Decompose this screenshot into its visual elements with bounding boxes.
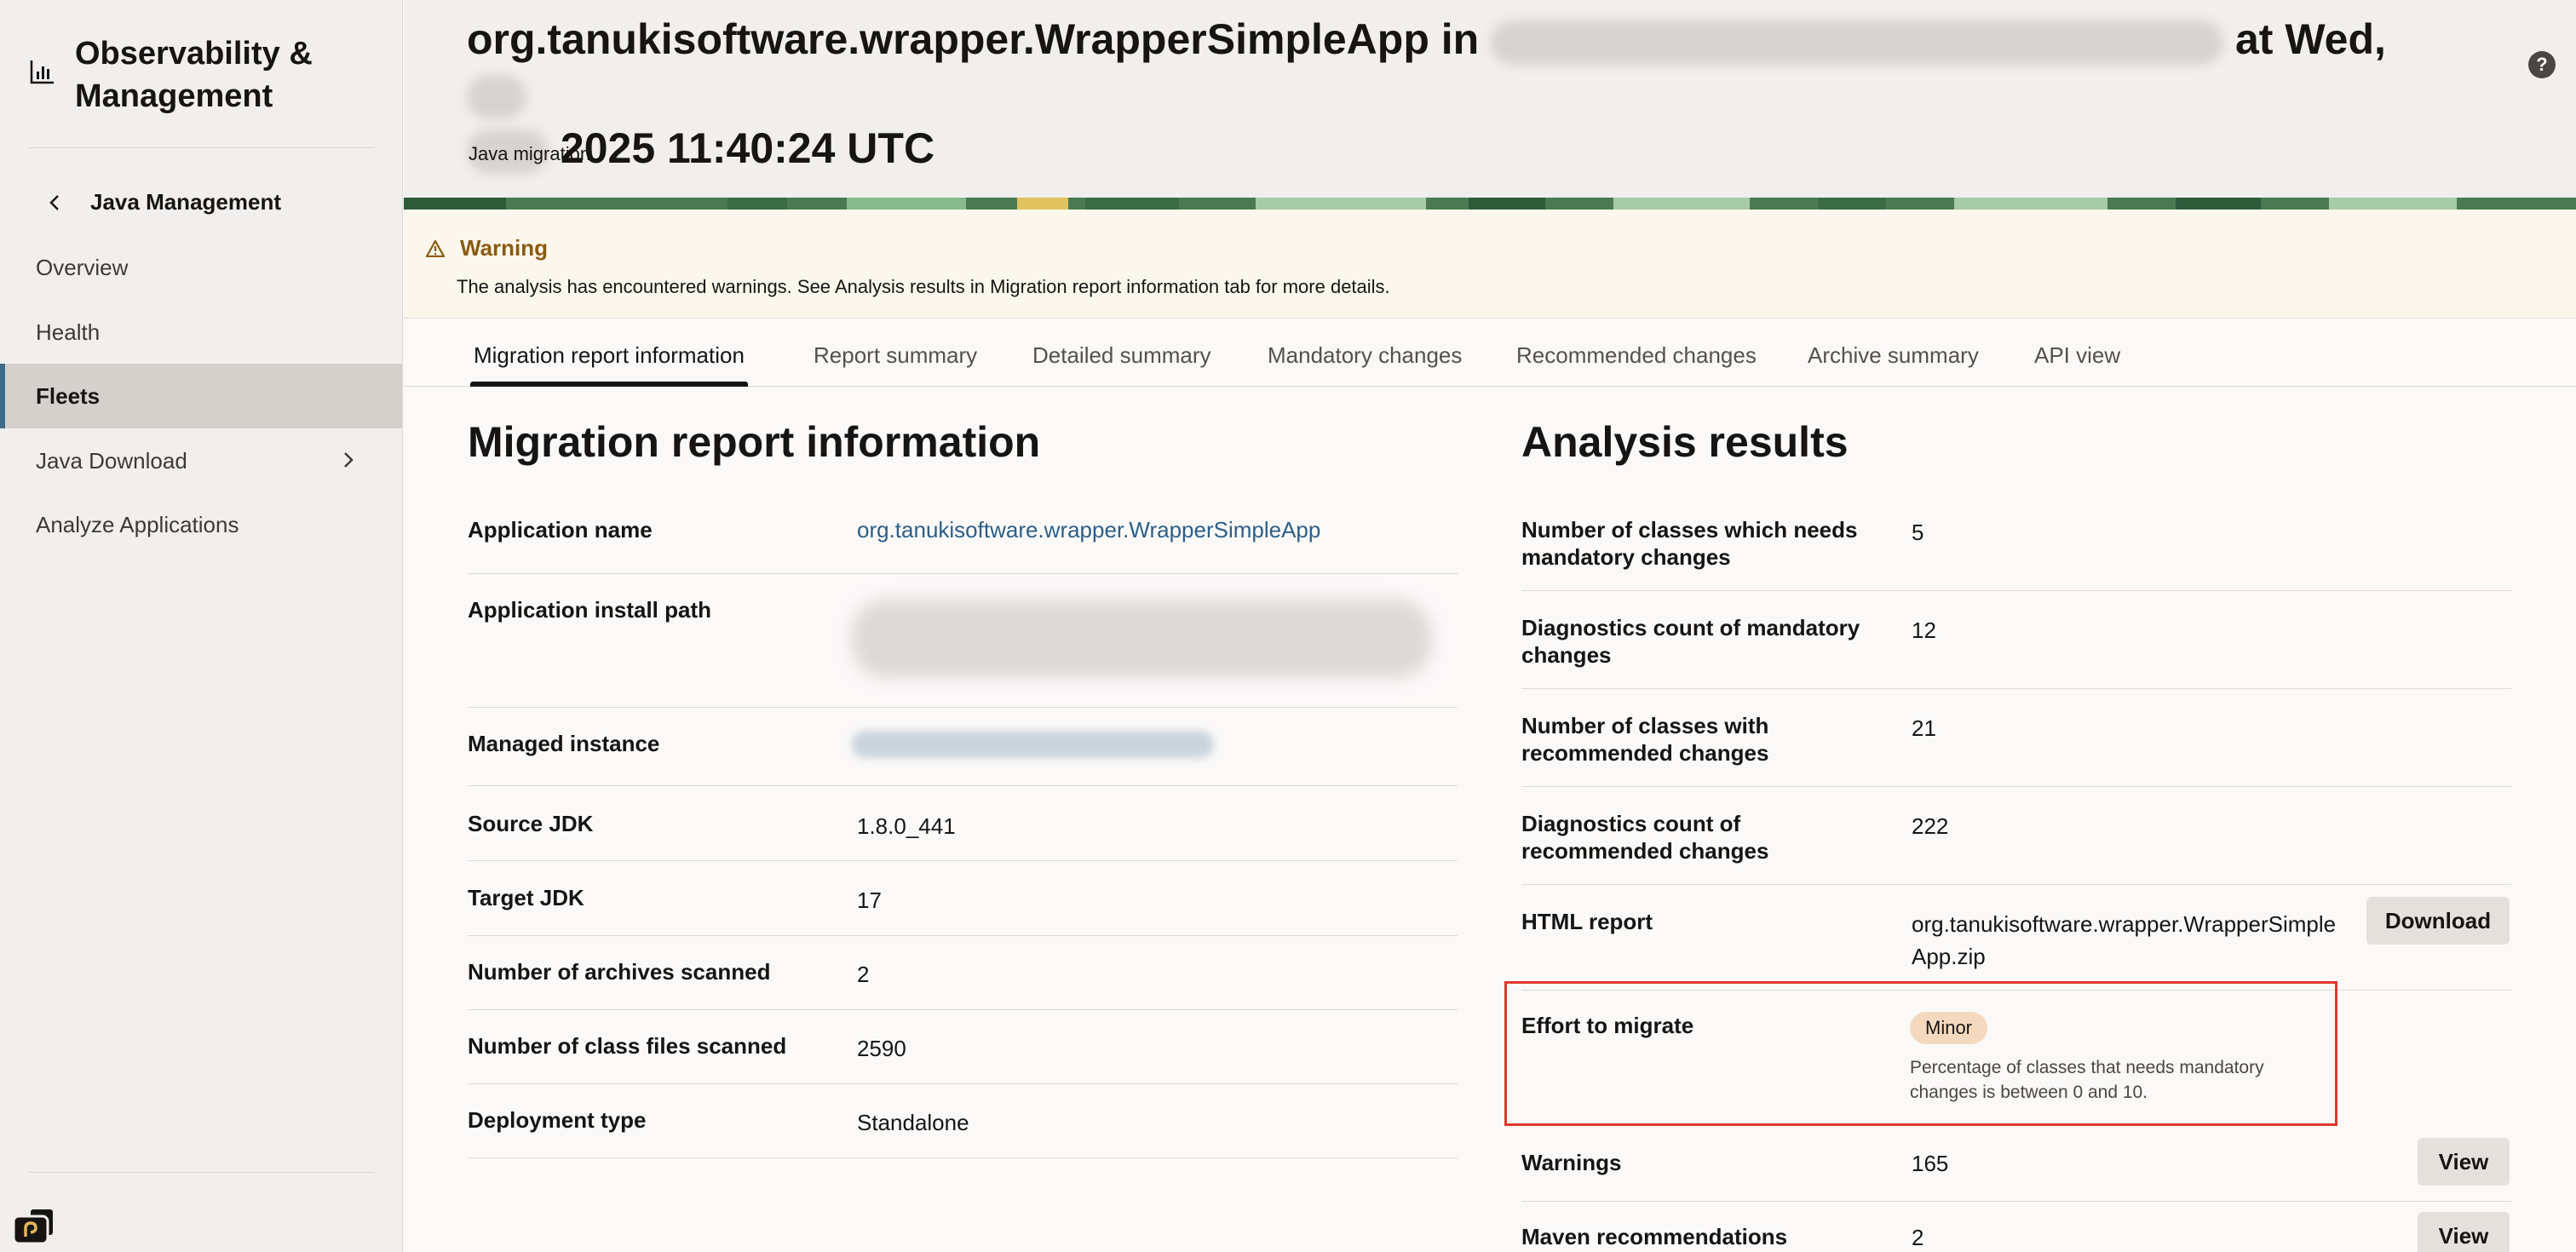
tab-detailed-summary[interactable]: Detailed summary (1032, 319, 1211, 387)
sidebar-item-java-download[interactable]: Java Download (0, 428, 402, 493)
row-divider (468, 1009, 1458, 1010)
row-label: Application name (468, 517, 653, 543)
page-subtitle: Java migration (469, 143, 591, 164)
page-header: org.tanukisoftware.wrapper.WrapperSimple… (404, 0, 2576, 198)
decorative-banner (404, 198, 2576, 210)
download-button[interactable]: Download (2366, 897, 2510, 945)
view-warnings-button[interactable]: View (2418, 1138, 2510, 1186)
chevron-left-icon (49, 194, 59, 210)
row-divider (1521, 786, 2511, 787)
highlight-box (1504, 981, 2337, 1126)
class-files-scanned-value: 2590 (857, 1036, 906, 1061)
sidebar: Observability & Management Java Manageme… (0, 0, 403, 1252)
brand: Observability & Management (29, 32, 382, 118)
tab-api-view[interactable]: API view (2034, 319, 2120, 387)
row-label: Application install path (468, 597, 712, 623)
analysis-results-title: Analysis results (1521, 418, 1849, 466)
sidebar-item-overview[interactable]: Overview (0, 235, 402, 300)
warning-header: Warning (426, 235, 548, 261)
migration-info-title: Migration report information (468, 418, 1041, 466)
warning-title: Warning (460, 235, 549, 261)
row-divider (1521, 1201, 2511, 1202)
redacted-managed-instance[interactable] (852, 731, 1214, 758)
row-label: Managed instance (468, 731, 660, 756)
sidebar-item-label: Overview (36, 254, 129, 280)
target-jdk-value: 17 (857, 887, 882, 913)
redacted-day (467, 74, 526, 119)
redacted-host (1491, 20, 2224, 65)
row-divider (1521, 688, 2511, 689)
view-maven-button[interactable]: View (2418, 1212, 2510, 1252)
title-app-name: org.tanukisoftware.wrapper.WrapperSimple… (467, 15, 1480, 63)
back-label: Java Management (90, 189, 281, 215)
chevron-right-icon (344, 452, 354, 468)
row-label: Diagnostics count of mandatory changes (1521, 615, 1860, 668)
tab-bar: Migration report information Report summ… (404, 319, 2576, 387)
tab-archive-summary[interactable]: Archive summary (1808, 319, 1979, 387)
mandatory-diagnostics-value: 12 (1912, 617, 1936, 643)
title-date-suffix: 2025 11:40:24 UTC (560, 124, 935, 172)
row-label: Number of class files scanned (468, 1033, 787, 1059)
row-label: HTML report (1521, 909, 1653, 934)
warnings-value: 165 (1912, 1151, 1949, 1176)
row-label: Number of archives scanned (468, 959, 771, 985)
application-name-link[interactable]: org.tanukisoftware.wrapper.WrapperSimple… (857, 514, 1320, 546)
sidebar-bottom-divider (29, 1172, 375, 1173)
row-divider (468, 573, 1458, 574)
tab-migration-report-information[interactable]: Migration report information (470, 319, 748, 387)
row-divider (468, 935, 1458, 936)
row-divider (468, 707, 1458, 708)
redacted-install-path (852, 600, 1435, 683)
sidebar-item-health[interactable]: Health (0, 300, 402, 365)
assistant-icon[interactable] (12, 1208, 56, 1245)
sidebar-item-label: Analyze Applications (36, 511, 239, 537)
title-date-prefix: at Wed, (2235, 15, 2386, 63)
row-divider (468, 1157, 1458, 1158)
row-divider (468, 1083, 1458, 1084)
row-label: Target JDK (468, 885, 584, 910)
row-label: Source JDK (468, 811, 594, 836)
page-title: org.tanukisoftware.wrapper.WrapperSimple… (467, 12, 2452, 175)
tab-report-summary[interactable]: Report summary (814, 319, 977, 387)
deployment-type-value: Standalone (857, 1110, 969, 1135)
chart-icon (30, 60, 54, 84)
warning-message: Warning The analysis has encountered war… (404, 210, 2576, 319)
sidebar-item-fleets[interactable]: Fleets (0, 364, 402, 428)
sidebar-divider (29, 147, 375, 148)
row-label: Diagnostics count of recommended changes (1521, 811, 1769, 864)
brand-title: Observability & Management (75, 36, 313, 114)
row-label: Maven recommendations (1521, 1224, 1788, 1249)
maven-recommendations-value: 2 (1912, 1225, 1924, 1250)
sidebar-item-label: Health (36, 319, 101, 345)
help-icon[interactable]: ? (2528, 51, 2556, 78)
row-divider (1521, 884, 2511, 885)
warning-text: The analysis has encountered warnings. S… (457, 276, 1390, 297)
row-label: Number of classes with recommended chang… (1521, 713, 1769, 766)
tab-mandatory-changes[interactable]: Mandatory changes (1268, 319, 1462, 387)
tab-recommended-changes[interactable]: Recommended changes (1516, 319, 1757, 387)
row-divider (1521, 590, 2511, 591)
row-divider (468, 785, 1458, 786)
html-report-filename: org.tanukisoftware.wrapper.WrapperSimple… (1912, 911, 2337, 969)
archives-scanned-value: 2 (857, 962, 870, 987)
sidebar-item-label: Fleets (36, 382, 101, 409)
row-divider (468, 860, 1458, 861)
recommended-classes-value: 21 (1912, 715, 1936, 741)
back-java-management[interactable]: Java Management (46, 189, 281, 215)
row-label: Deployment type (468, 1107, 647, 1133)
sidebar-item-analyze-applications[interactable]: Analyze Applications (0, 492, 402, 557)
mandatory-classes-value: 5 (1912, 520, 1924, 545)
source-jdk-value: 1.8.0_441 (857, 813, 956, 839)
recommended-diagnostics-value: 222 (1912, 813, 1949, 839)
row-label: Number of classes which needs mandatory … (1521, 517, 1858, 570)
row-label: Warnings (1521, 1150, 1622, 1175)
warning-icon (426, 239, 445, 257)
sidebar-item-label: Java Download (36, 447, 187, 474)
